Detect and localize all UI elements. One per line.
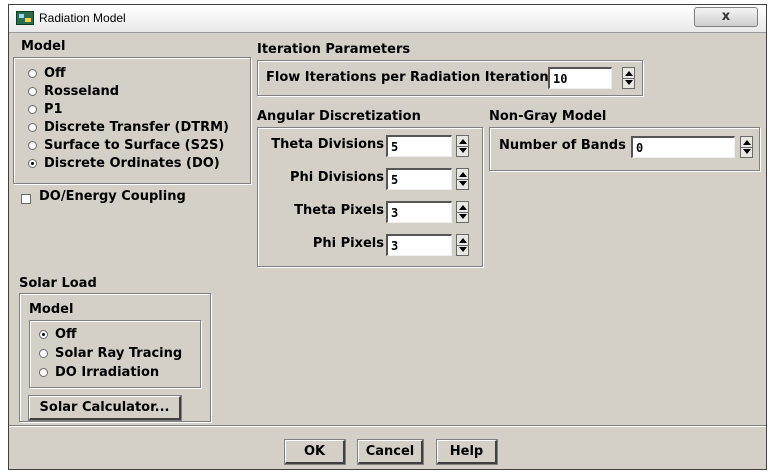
angular-discretization-group: Theta Divisions 5 Phi Divisions 5 Theta … <box>257 127 483 267</box>
angular-discretization-title: Angular Discretization <box>257 109 421 124</box>
radio-button[interactable] <box>39 349 48 358</box>
spin-down-icon[interactable] <box>459 181 467 186</box>
spin-up-icon[interactable] <box>459 172 467 177</box>
radio-button[interactable] <box>28 69 37 78</box>
spin-down-icon[interactable] <box>459 214 467 219</box>
phi-pixels-spinner[interactable] <box>456 234 469 256</box>
app-icon <box>16 11 34 25</box>
window-title: Radiation Model <box>39 11 126 25</box>
close-button[interactable]: x <box>694 7 758 27</box>
radio-button[interactable] <box>28 105 37 114</box>
spin-up-icon[interactable] <box>459 205 467 210</box>
radio-button[interactable] <box>28 87 37 96</box>
phi-pixels-input[interactable]: 3 <box>386 234 452 256</box>
solar-model-title: Model <box>29 302 74 317</box>
cancel-button[interactable]: Cancel <box>357 439 424 465</box>
number-of-bands-spinner[interactable] <box>740 136 753 158</box>
spin-down-icon[interactable] <box>743 149 751 154</box>
radio-button[interactable] <box>28 123 37 132</box>
radio-label: Discrete Transfer (DTRM) <box>44 120 229 135</box>
non-gray-model-group: Number of Bands 0 <box>489 127 760 171</box>
spin-up-icon[interactable] <box>743 140 751 145</box>
phi-divisions-input[interactable]: 5 <box>386 168 452 190</box>
phi-pixels-label: Phi Pixels <box>312 236 384 251</box>
radio-label: Solar Ray Tracing <box>55 346 183 361</box>
radiation-model-dialog: Radiation Model x Model Off Rosseland P1… <box>8 4 767 470</box>
number-of-bands-label: Number of Bands <box>499 138 626 153</box>
flow-iterations-input[interactable]: 10 <box>548 67 612 89</box>
do-energy-coupling-checkbox[interactable] <box>21 194 31 204</box>
title-bar: Radiation Model x <box>9 5 766 33</box>
spin-down-icon[interactable] <box>459 247 467 252</box>
radio-label: Off <box>55 327 77 342</box>
theta-pixels-spinner[interactable] <box>456 201 469 223</box>
spin-up-icon[interactable] <box>625 71 633 76</box>
ok-button[interactable]: OK <box>284 439 346 465</box>
flow-iterations-label: Flow Iterations per Radiation Iteration <box>266 70 549 85</box>
spin-up-icon[interactable] <box>459 139 467 144</box>
radio-label: Discrete Ordinates (DO) <box>44 156 220 171</box>
do-energy-coupling-label: DO/Energy Coupling <box>39 189 186 204</box>
help-button[interactable]: Help <box>436 439 498 465</box>
spin-down-icon[interactable] <box>459 148 467 153</box>
theta-divisions-label: Theta Divisions <box>271 137 384 152</box>
theta-divisions-spinner[interactable] <box>456 135 469 157</box>
radio-label: Surface to Surface (S2S) <box>44 138 225 153</box>
iteration-parameters-title: Iteration Parameters <box>257 42 411 57</box>
theta-pixels-label: Theta Pixels <box>294 203 384 218</box>
radio-label: DO Irradiation <box>55 365 160 380</box>
phi-divisions-label: Phi Divisions <box>289 170 384 185</box>
radio-button[interactable] <box>39 368 48 377</box>
radio-button-selected[interactable] <box>28 159 37 168</box>
radio-label: Off <box>44 66 66 81</box>
theta-pixels-input[interactable]: 3 <box>386 201 452 223</box>
radio-label: Rosseland <box>44 84 120 99</box>
solar-model-group: Off Solar Ray Tracing DO Irradiation <box>29 320 201 388</box>
iteration-parameters-group: Flow Iterations per Radiation Iteration … <box>257 60 643 96</box>
flow-iterations-spinner[interactable] <box>622 67 635 89</box>
theta-divisions-input[interactable]: 5 <box>386 135 452 157</box>
solar-load-title: Solar Load <box>19 276 97 291</box>
number-of-bands-input[interactable]: 0 <box>631 136 735 158</box>
non-gray-model-title: Non-Gray Model <box>489 109 607 124</box>
model-group-title: Model <box>21 39 66 54</box>
spin-down-icon[interactable] <box>625 80 633 85</box>
radio-button-selected[interactable] <box>39 330 48 339</box>
phi-divisions-spinner[interactable] <box>456 168 469 190</box>
solar-load-group: Model Off Solar Ray Tracing DO Irradiati… <box>19 293 211 422</box>
solar-calculator-button[interactable]: Solar Calculator... <box>28 395 182 421</box>
radio-label: P1 <box>44 102 63 117</box>
model-group: Off Rosseland P1 Discrete Transfer (DTRM… <box>13 57 251 184</box>
spin-up-icon[interactable] <box>459 238 467 243</box>
radio-button[interactable] <box>28 141 37 150</box>
